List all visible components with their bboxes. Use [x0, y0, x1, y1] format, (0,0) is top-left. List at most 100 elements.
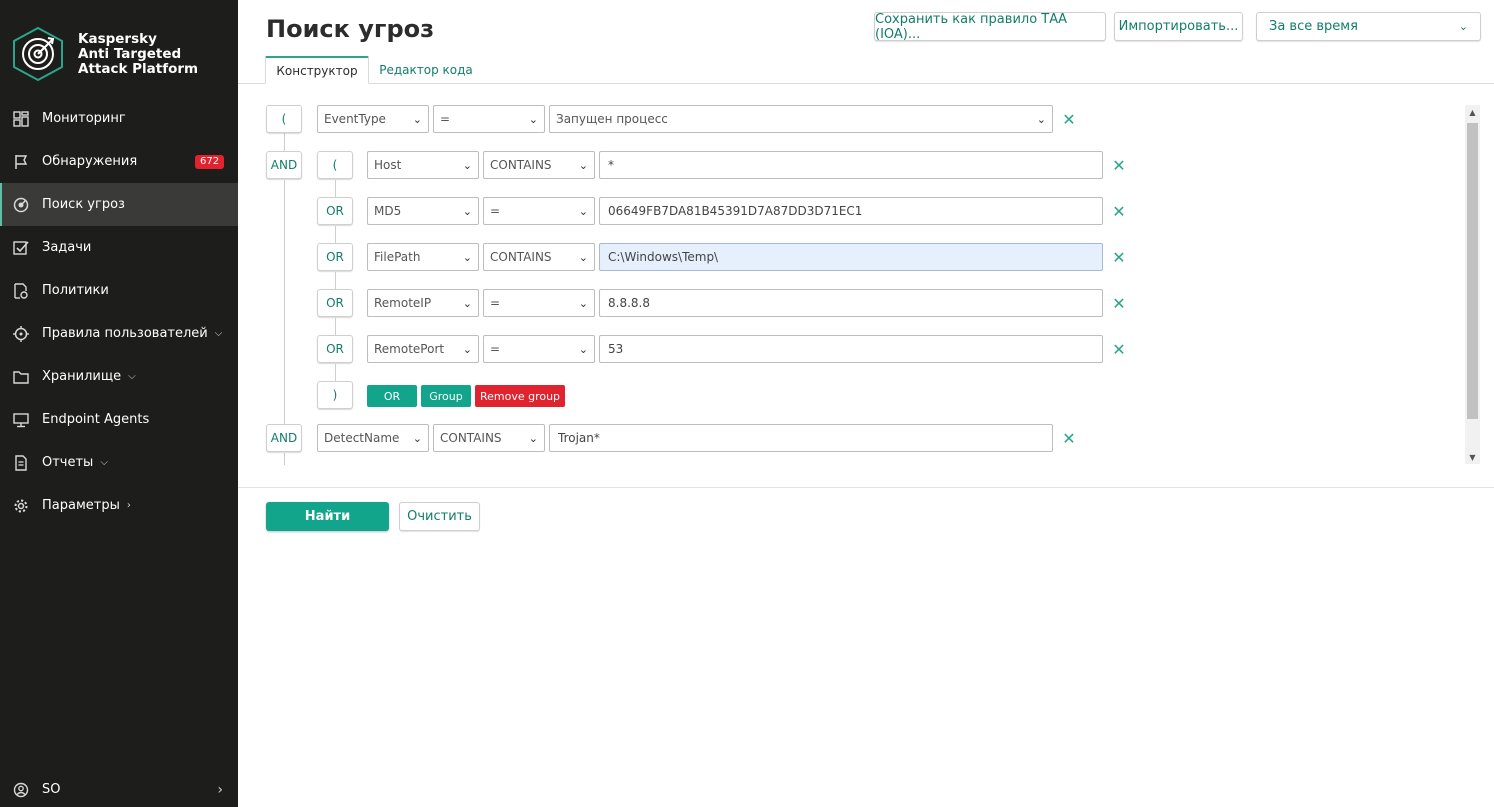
- remove-condition-icon[interactable]: ✕: [1111, 248, 1127, 267]
- sidebar-item-label: Правила пользователей: [42, 326, 208, 341]
- open-paren-button[interactable]: (: [266, 105, 302, 133]
- sidebar-item-monitoring[interactable]: Мониторинг: [0, 97, 238, 140]
- field-select[interactable]: MD5 ⌄: [367, 197, 479, 225]
- value-input[interactable]: C:\Windows\Temp\: [599, 243, 1103, 271]
- field-select[interactable]: EventType ⌄: [317, 105, 429, 133]
- value-input[interactable]: *: [599, 151, 1103, 179]
- tab-builder[interactable]: Конструктор: [265, 56, 369, 84]
- remove-group-button[interactable]: Remove group: [475, 385, 565, 407]
- period-select-value: За все время: [1269, 19, 1358, 34]
- operator-select[interactable]: = ⌄: [433, 105, 545, 133]
- gear-icon: [12, 497, 30, 515]
- policies-icon: [12, 282, 30, 300]
- folder-icon: [12, 368, 30, 386]
- chevron-down-icon: ⌄: [578, 159, 588, 172]
- operator-select-value: =: [490, 296, 501, 310]
- sidebar-item-label: Отчеты: [42, 455, 94, 470]
- period-select[interactable]: За все время ⌄: [1256, 12, 1481, 41]
- crosshair-icon: [12, 325, 30, 343]
- user-name: SO: [42, 782, 61, 797]
- and-join-button[interactable]: AND: [266, 424, 302, 452]
- remove-condition-icon[interactable]: ✕: [1111, 294, 1127, 313]
- chevron-down-icon: ⌵: [100, 457, 108, 468]
- sidebar-item-reports[interactable]: Отчеты ⌵: [0, 441, 238, 484]
- or-join-button[interactable]: OR: [317, 335, 353, 363]
- sidebar-item-tasks[interactable]: Задачи: [0, 226, 238, 269]
- chevron-down-icon: ⌄: [462, 251, 472, 264]
- or-join-button[interactable]: OR: [317, 197, 353, 225]
- sidebar-item-label: Задачи: [42, 240, 92, 255]
- save-as-ioa-rule-button[interactable]: Сохранить как правило ТАА (IOA)...: [874, 12, 1106, 42]
- builder-scrollbar[interactable]: ▲ ▼: [1465, 105, 1480, 464]
- clear-button[interactable]: Очистить: [399, 502, 480, 531]
- sidebar-item-endpoint-agents[interactable]: Endpoint Agents: [0, 398, 238, 441]
- operator-select[interactable]: CONTAINS ⌄: [483, 151, 595, 179]
- operator-select[interactable]: = ⌄: [483, 289, 595, 317]
- chevron-down-icon: ⌄: [578, 343, 588, 356]
- chevron-right-icon: ›: [126, 500, 131, 511]
- or-join-button[interactable]: OR: [317, 289, 353, 317]
- operator-select-value: CONTAINS: [490, 158, 552, 172]
- sidebar-item-label: Политики: [42, 283, 109, 298]
- remove-condition-icon[interactable]: ✕: [1111, 340, 1127, 359]
- and-join-button[interactable]: AND: [266, 151, 302, 179]
- sidebar-item-detections[interactable]: Обнаружения 672: [0, 140, 238, 183]
- sidebar-item-settings[interactable]: Параметры ›: [0, 484, 238, 527]
- operator-select[interactable]: CONTAINS ⌄: [433, 424, 545, 452]
- field-select[interactable]: FilePath ⌄: [367, 243, 479, 271]
- scrollbar-thumb[interactable]: [1467, 123, 1478, 419]
- sidebar-item-policies[interactable]: Политики: [0, 269, 238, 312]
- connector-line: [335, 272, 336, 290]
- sidebar-item-label: Мониторинг: [42, 111, 126, 126]
- or-join-button[interactable]: OR: [317, 243, 353, 271]
- open-paren-button[interactable]: (: [317, 151, 353, 179]
- value-input[interactable]: 06649FB7DA81B45391D7A87DD3D71EC1: [599, 197, 1103, 225]
- tasks-icon: [12, 239, 30, 257]
- field-select-value: FilePath: [374, 250, 421, 264]
- field-select[interactable]: Host ⌄: [367, 151, 479, 179]
- value-select[interactable]: Запущен процесс ⌄: [549, 105, 1053, 133]
- field-select[interactable]: RemoteIP ⌄: [367, 289, 479, 317]
- operator-select[interactable]: CONTAINS ⌄: [483, 243, 595, 271]
- brand[interactable]: Kaspersky Anti Targeted Attack Platform: [12, 26, 198, 82]
- connector-line: [335, 226, 336, 244]
- connector-line: [284, 453, 285, 465]
- field-select[interactable]: RemotePort ⌄: [367, 335, 479, 363]
- chevron-down-icon: ⌄: [462, 343, 472, 356]
- scroll-down-arrow-icon[interactable]: ▼: [1465, 450, 1480, 464]
- tab-code-editor[interactable]: Редактор кода: [374, 56, 478, 84]
- field-select-value: EventType: [324, 112, 386, 126]
- operator-select[interactable]: = ⌄: [483, 335, 595, 363]
- chevron-down-icon: ⌄: [578, 297, 588, 310]
- operator-select-value: =: [440, 112, 451, 126]
- scroll-up-arrow-icon[interactable]: ▲: [1465, 105, 1480, 119]
- connector-line: [335, 180, 336, 198]
- sidebar-item-user-rules[interactable]: Правила пользователей ⌵: [0, 312, 238, 355]
- chevron-down-icon: ⌄: [528, 432, 538, 445]
- remove-condition-icon[interactable]: ✕: [1061, 110, 1077, 129]
- monitor-icon: [12, 411, 30, 429]
- add-group-button[interactable]: Group: [421, 385, 471, 407]
- chevron-down-icon: ⌵: [128, 371, 136, 382]
- page-title: Поиск угроз: [266, 15, 435, 43]
- add-or-button[interactable]: OR: [367, 385, 417, 407]
- field-select-value: MD5: [374, 204, 402, 218]
- user-menu[interactable]: SO ›: [0, 772, 238, 807]
- close-paren-button[interactable]: ): [317, 381, 353, 409]
- sidebar-item-storage[interactable]: Хранилище ⌵: [0, 355, 238, 398]
- value-input[interactable]: 53: [599, 335, 1103, 363]
- operator-select[interactable]: = ⌄: [483, 197, 595, 225]
- sidebar-item-threat-hunting[interactable]: Поиск угроз: [0, 183, 238, 226]
- value-input[interactable]: 8.8.8.8: [599, 289, 1103, 317]
- field-select[interactable]: DetectName ⌄: [317, 424, 429, 452]
- find-button[interactable]: Найти: [266, 502, 389, 531]
- chevron-down-icon: ⌄: [578, 251, 588, 264]
- import-button[interactable]: Импортировать...: [1114, 12, 1243, 41]
- remove-condition-icon[interactable]: ✕: [1061, 429, 1077, 448]
- value-input[interactable]: Trojan*: [549, 424, 1053, 452]
- connector-line: [284, 180, 285, 424]
- remove-condition-icon[interactable]: ✕: [1111, 202, 1127, 221]
- chevron-down-icon: ⌄: [462, 205, 472, 218]
- chevron-down-icon: ⌵: [214, 328, 223, 339]
- remove-condition-icon[interactable]: ✕: [1111, 156, 1127, 175]
